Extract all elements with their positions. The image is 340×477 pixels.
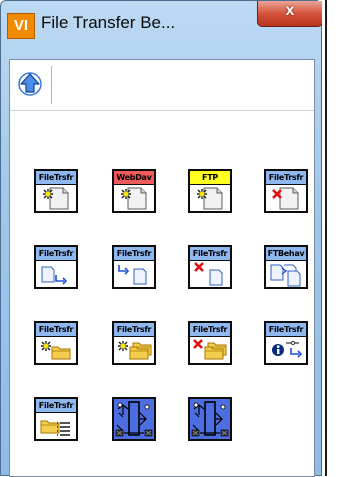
express-transfer-icon bbox=[114, 399, 154, 439]
palette-item-label: FileTrsfr bbox=[114, 247, 154, 261]
delete-file-icon bbox=[272, 187, 299, 210]
delete-file-small-icon bbox=[194, 262, 223, 286]
palette-item-label: FileTrsfr bbox=[190, 323, 230, 337]
palette-item-label: FileTrsfr bbox=[36, 399, 76, 413]
info-connection-icon bbox=[272, 340, 303, 358]
palette-item-label: FileTrsfr bbox=[114, 323, 154, 337]
window-frame: VI File Transfer Be... x FileTrsfr WebDav… bbox=[0, 0, 323, 477]
background-line bbox=[325, 0, 327, 476]
palette-item-label: FTP bbox=[190, 171, 230, 185]
palette-item-label: WebDav bbox=[114, 171, 154, 185]
palette-item-label: FileTrsfr bbox=[36, 247, 76, 261]
up-arrow-icon[interactable] bbox=[14, 68, 46, 100]
palette-item-label: FileTrsfr bbox=[190, 247, 230, 261]
background-strip bbox=[322, 0, 340, 476]
express-transfer-icon bbox=[190, 399, 230, 439]
toolbar-separator bbox=[51, 66, 52, 104]
folder-list-icon bbox=[40, 420, 70, 436]
palette-item-label: FileTrsfr bbox=[36, 323, 76, 337]
palette-item-12[interactable]: FileTrsfr bbox=[264, 321, 308, 365]
palette-item-4[interactable]: FileTrsfr bbox=[264, 169, 308, 213]
palette-item-15[interactable] bbox=[188, 397, 232, 441]
palette-item-14[interactable] bbox=[112, 397, 156, 441]
palette-item-10[interactable]: FileTrsfr bbox=[112, 321, 156, 365]
new-folder-multi-icon bbox=[118, 341, 152, 360]
new-file-icon bbox=[197, 187, 223, 210]
palette-item-2[interactable]: WebDav bbox=[112, 169, 156, 213]
palette-item-label: FileTrsfr bbox=[266, 323, 306, 337]
move-file-right-icon bbox=[41, 266, 68, 285]
palette-item-6[interactable]: FileTrsfr bbox=[112, 245, 156, 289]
close-button[interactable]: x bbox=[257, 1, 323, 27]
palette-item-8[interactable]: FTBehav bbox=[264, 245, 308, 289]
delete-folder-icon bbox=[193, 339, 227, 360]
new-folder-icon bbox=[41, 341, 71, 360]
new-file-icon bbox=[121, 187, 147, 210]
palette-item-3[interactable]: FTP bbox=[188, 169, 232, 213]
title-bar[interactable]: VI File Transfer Be... x bbox=[1, 1, 323, 45]
palette-item-9[interactable]: FileTrsfr bbox=[34, 321, 78, 365]
close-icon: x bbox=[285, 2, 295, 19]
palette-item-label: FTBehav bbox=[266, 247, 306, 261]
palette-item-13[interactable]: FileTrsfr bbox=[34, 397, 78, 441]
palette-window-content: FileTrsfr WebDav FTP FileTrsfr FileTrsfr File… bbox=[9, 59, 315, 477]
palette-item-1[interactable]: FileTrsfr bbox=[34, 169, 78, 213]
function-palette: FileTrsfr WebDav FTP FileTrsfr FileTrsfr File… bbox=[10, 111, 314, 476]
palette-item-5[interactable]: FileTrsfr bbox=[34, 245, 78, 289]
palette-item-label: FileTrsfr bbox=[36, 171, 76, 185]
move-file-left-icon bbox=[118, 265, 147, 285]
vi-app-icon[interactable]: VI bbox=[7, 13, 35, 39]
palette-item-label: FileTrsfr bbox=[266, 171, 306, 185]
new-file-icon bbox=[43, 187, 69, 210]
window-title: File Transfer Be... bbox=[41, 13, 176, 32]
copy-file-icon bbox=[270, 264, 301, 287]
palette-item-11[interactable]: FileTrsfr bbox=[188, 321, 232, 365]
palette-item-7[interactable]: FileTrsfr bbox=[188, 245, 232, 289]
palette-toolbar bbox=[10, 60, 314, 111]
